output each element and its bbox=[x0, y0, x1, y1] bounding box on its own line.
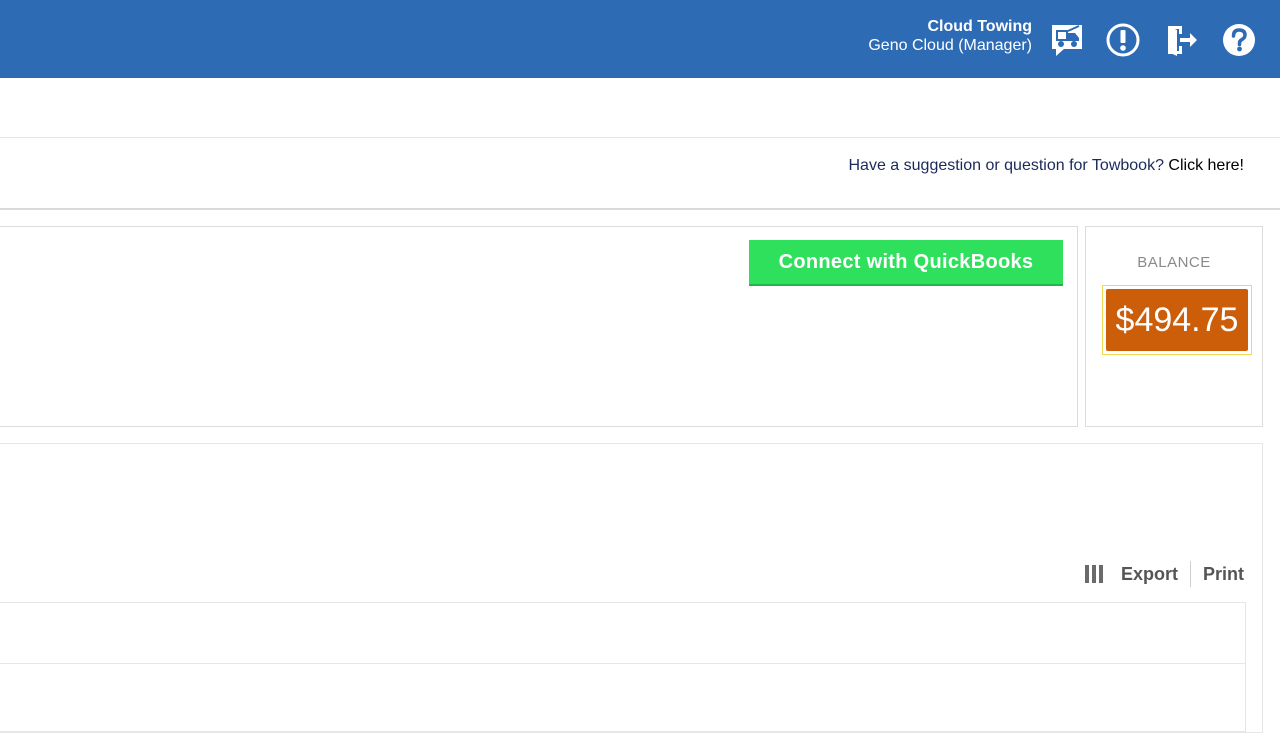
top-header-bar: Cloud Towing Geno Cloud (Manager) bbox=[0, 0, 1280, 78]
sub-navigation-bar bbox=[0, 78, 1280, 138]
suggestion-text: Have a suggestion or question for Towboo… bbox=[848, 157, 1164, 174]
columns-icon[interactable] bbox=[1079, 565, 1109, 583]
grid-row-divider bbox=[0, 663, 1245, 664]
balance-value: $494.75 bbox=[1106, 289, 1248, 351]
suggestion-text-container: Have a suggestion or question for Towboo… bbox=[849, 157, 1245, 175]
transactions-grid bbox=[0, 602, 1246, 732]
company-name: Cloud Towing bbox=[927, 18, 1032, 35]
balance-label: BALANCE bbox=[1137, 254, 1211, 271]
suggestion-bar: Have a suggestion or question for Towboo… bbox=[0, 139, 1280, 210]
alert-icon[interactable] bbox=[1104, 20, 1142, 60]
help-icon[interactable] bbox=[1220, 20, 1258, 60]
truck-chat-icon[interactable] bbox=[1048, 20, 1086, 60]
grid-toolbar: Export Print bbox=[1079, 561, 1244, 587]
user-name: Geno Cloud (Manager) bbox=[868, 37, 1032, 54]
suggestion-link[interactable]: Click here! bbox=[1168, 157, 1244, 174]
user-info: Cloud Towing Geno Cloud (Manager) bbox=[868, 17, 1032, 56]
connect-quickbooks-button[interactable]: Connect with QuickBooks bbox=[749, 240, 1063, 286]
export-button[interactable]: Export bbox=[1109, 564, 1190, 585]
balance-badge: $494.75 bbox=[1102, 285, 1252, 355]
logout-icon[interactable] bbox=[1162, 20, 1200, 60]
print-button[interactable]: Print bbox=[1191, 564, 1244, 585]
